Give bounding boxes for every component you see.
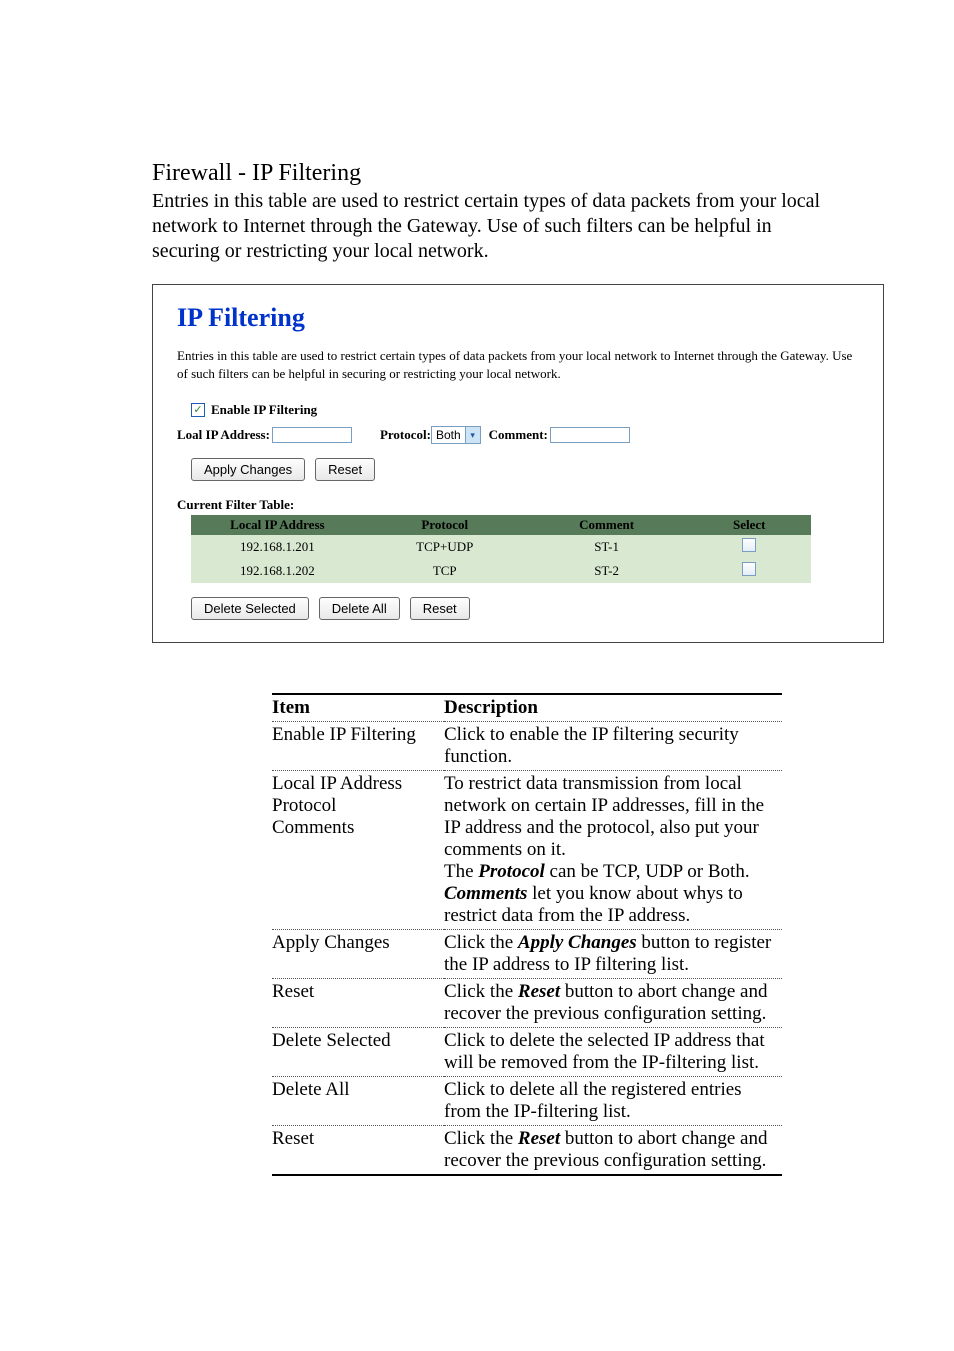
current-filter-table-title: Current Filter Table: bbox=[177, 497, 859, 513]
cell-item: Reset bbox=[272, 1126, 444, 1176]
reset-button-2[interactable]: Reset bbox=[410, 597, 470, 620]
cell-desc: Click to enable the IP filtering securit… bbox=[444, 722, 782, 771]
panel-description: Entries in this table are used to restri… bbox=[177, 347, 859, 382]
th-local-ip: Local IP Address bbox=[191, 515, 364, 535]
cell-item: Delete Selected bbox=[272, 1028, 444, 1077]
cell-desc: Click the Reset button to abort change a… bbox=[444, 979, 782, 1028]
filter-table: Local IP Address Protocol Comment Select… bbox=[191, 515, 811, 583]
ip-filtering-panel: IP Filtering Entries in this table are u… bbox=[152, 284, 884, 643]
page-title: Firewall - IP Filtering bbox=[152, 160, 834, 187]
local-ip-label: Loal IP Address: bbox=[177, 427, 270, 443]
reset-button[interactable]: Reset bbox=[315, 458, 375, 481]
protocol-label: Protocol: bbox=[380, 427, 431, 443]
cell-desc: Click the Apply Changes button to regist… bbox=[444, 930, 782, 979]
table-row: 192.168.1.202 TCP ST-2 bbox=[191, 559, 811, 583]
protocol-select[interactable]: Both ▾ bbox=[431, 426, 481, 444]
cell-ip: 192.168.1.201 bbox=[191, 535, 364, 559]
cell-comment: ST-2 bbox=[526, 559, 688, 583]
cell-item: Reset bbox=[272, 979, 444, 1028]
comment-input[interactable] bbox=[550, 427, 630, 443]
apply-changes-button[interactable]: Apply Changes bbox=[191, 458, 305, 481]
delete-selected-button[interactable]: Delete Selected bbox=[191, 597, 309, 620]
cell-item: Apply Changes bbox=[272, 930, 444, 979]
cell-proto: TCP+UDP bbox=[364, 535, 526, 559]
table-row: 192.168.1.201 TCP+UDP ST-1 bbox=[191, 535, 811, 559]
cell-desc: Click to delete the selected IP address … bbox=[444, 1028, 782, 1077]
cell-desc: Click the Reset button to abort change a… bbox=[444, 1126, 782, 1176]
cell-ip: 192.168.1.202 bbox=[191, 559, 364, 583]
enable-ip-filtering-label: Enable IP Filtering bbox=[211, 402, 317, 418]
cell-proto: TCP bbox=[364, 559, 526, 583]
th-protocol: Protocol bbox=[364, 515, 526, 535]
panel-title: IP Filtering bbox=[177, 303, 859, 333]
cell-item: Delete All bbox=[272, 1077, 444, 1126]
delete-all-button[interactable]: Delete All bbox=[319, 597, 400, 620]
cell-item: Enable IP Filtering bbox=[272, 722, 444, 771]
th-description: Description bbox=[444, 694, 782, 722]
cell-desc: Click to delete all the registered entri… bbox=[444, 1077, 782, 1126]
row-select-checkbox[interactable] bbox=[742, 562, 756, 576]
th-comment: Comment bbox=[526, 515, 688, 535]
page-description: Entries in this table are used to restri… bbox=[152, 189, 834, 264]
local-ip-input[interactable] bbox=[272, 427, 352, 443]
enable-ip-filtering-checkbox[interactable]: ✓ bbox=[191, 403, 205, 417]
th-select: Select bbox=[688, 515, 812, 535]
row-select-checkbox[interactable] bbox=[742, 538, 756, 552]
th-item: Item bbox=[272, 694, 444, 722]
description-table: Item Description Enable IP Filtering Cli… bbox=[272, 693, 782, 1176]
cell-item: Local IP Address Protocol Comments bbox=[272, 771, 444, 930]
protocol-select-value: Both bbox=[436, 428, 461, 442]
comment-label: Comment: bbox=[489, 427, 548, 443]
cell-desc: To restrict data transmission from local… bbox=[444, 771, 782, 930]
cell-comment: ST-1 bbox=[526, 535, 688, 559]
chevron-down-icon: ▾ bbox=[465, 427, 480, 443]
